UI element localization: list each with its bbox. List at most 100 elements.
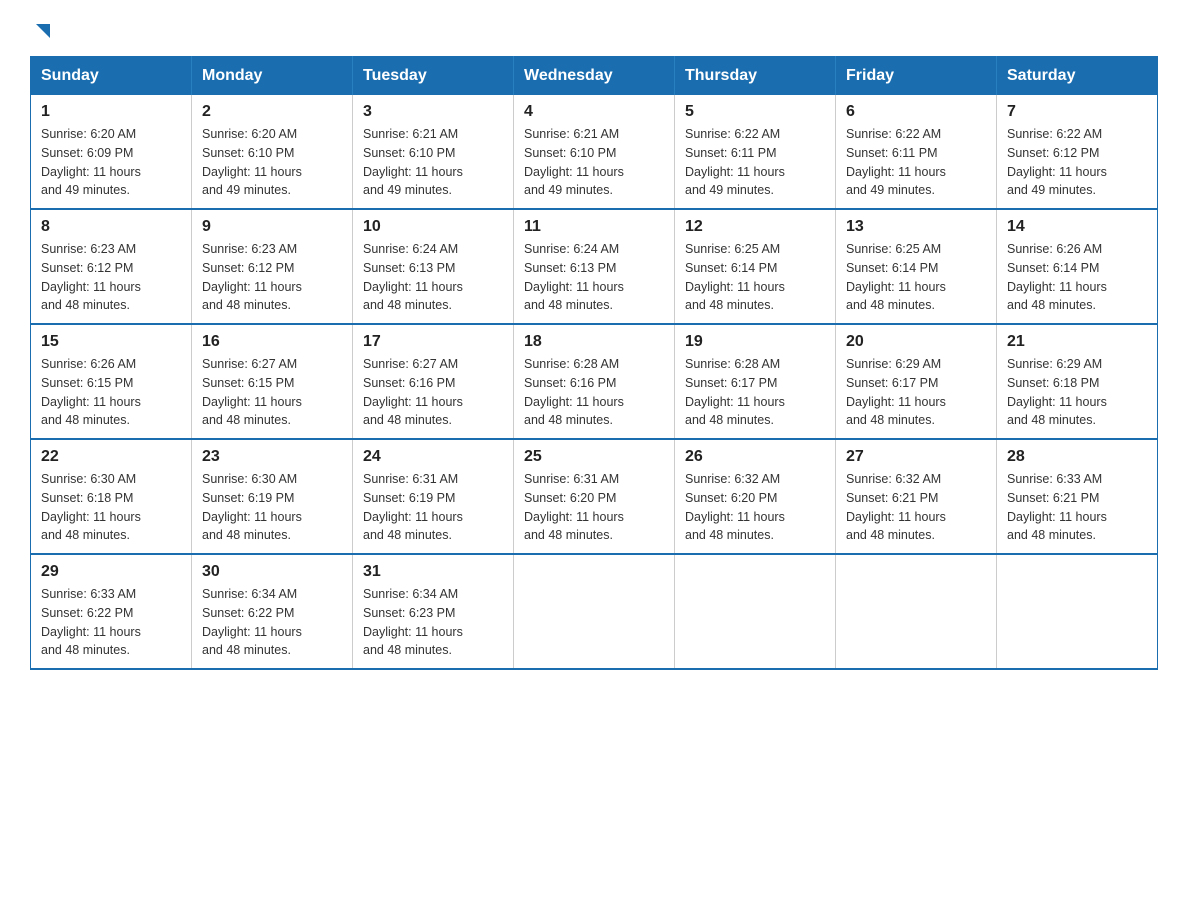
day-info: Sunrise: 6:30 AMSunset: 6:19 PMDaylight:… bbox=[202, 470, 342, 545]
calendar-header-monday: Monday bbox=[192, 57, 353, 96]
day-number: 1 bbox=[41, 103, 181, 121]
calendar-week-2: 8 Sunrise: 6:23 AMSunset: 6:12 PMDayligh… bbox=[31, 209, 1158, 324]
calendar-cell bbox=[514, 554, 675, 669]
day-number: 30 bbox=[202, 563, 342, 581]
day-number: 9 bbox=[202, 218, 342, 236]
calendar-header-row: SundayMondayTuesdayWednesdayThursdayFrid… bbox=[31, 57, 1158, 96]
day-info: Sunrise: 6:29 AMSunset: 6:18 PMDaylight:… bbox=[1007, 355, 1147, 430]
day-number: 19 bbox=[685, 333, 825, 351]
calendar-cell: 19 Sunrise: 6:28 AMSunset: 6:17 PMDaylig… bbox=[675, 324, 836, 439]
day-number: 4 bbox=[524, 103, 664, 121]
logo-general-text bbox=[30, 20, 54, 42]
calendar-cell: 9 Sunrise: 6:23 AMSunset: 6:12 PMDayligh… bbox=[192, 209, 353, 324]
day-info: Sunrise: 6:26 AMSunset: 6:14 PMDaylight:… bbox=[1007, 240, 1147, 315]
calendar-cell: 14 Sunrise: 6:26 AMSunset: 6:14 PMDaylig… bbox=[997, 209, 1158, 324]
day-info: Sunrise: 6:22 AMSunset: 6:11 PMDaylight:… bbox=[846, 125, 986, 200]
day-number: 8 bbox=[41, 218, 181, 236]
day-number: 10 bbox=[363, 218, 503, 236]
calendar-cell: 12 Sunrise: 6:25 AMSunset: 6:14 PMDaylig… bbox=[675, 209, 836, 324]
day-number: 29 bbox=[41, 563, 181, 581]
day-info: Sunrise: 6:32 AMSunset: 6:21 PMDaylight:… bbox=[846, 470, 986, 545]
calendar-cell: 3 Sunrise: 6:21 AMSunset: 6:10 PMDayligh… bbox=[353, 95, 514, 209]
calendar-cell: 13 Sunrise: 6:25 AMSunset: 6:14 PMDaylig… bbox=[836, 209, 997, 324]
day-info: Sunrise: 6:25 AMSunset: 6:14 PMDaylight:… bbox=[685, 240, 825, 315]
day-number: 20 bbox=[846, 333, 986, 351]
day-info: Sunrise: 6:30 AMSunset: 6:18 PMDaylight:… bbox=[41, 470, 181, 545]
calendar-cell: 21 Sunrise: 6:29 AMSunset: 6:18 PMDaylig… bbox=[997, 324, 1158, 439]
day-number: 7 bbox=[1007, 103, 1147, 121]
logo bbox=[30, 20, 54, 36]
day-info: Sunrise: 6:22 AMSunset: 6:12 PMDaylight:… bbox=[1007, 125, 1147, 200]
calendar-week-5: 29 Sunrise: 6:33 AMSunset: 6:22 PMDaylig… bbox=[31, 554, 1158, 669]
day-info: Sunrise: 6:22 AMSunset: 6:11 PMDaylight:… bbox=[685, 125, 825, 200]
day-number: 16 bbox=[202, 333, 342, 351]
calendar-cell bbox=[997, 554, 1158, 669]
day-number: 24 bbox=[363, 448, 503, 466]
day-number: 13 bbox=[846, 218, 986, 236]
calendar-header-thursday: Thursday bbox=[675, 57, 836, 96]
day-info: Sunrise: 6:27 AMSunset: 6:15 PMDaylight:… bbox=[202, 355, 342, 430]
calendar-cell: 16 Sunrise: 6:27 AMSunset: 6:15 PMDaylig… bbox=[192, 324, 353, 439]
day-info: Sunrise: 6:27 AMSunset: 6:16 PMDaylight:… bbox=[363, 355, 503, 430]
calendar-cell: 22 Sunrise: 6:30 AMSunset: 6:18 PMDaylig… bbox=[31, 439, 192, 554]
day-number: 25 bbox=[524, 448, 664, 466]
day-info: Sunrise: 6:25 AMSunset: 6:14 PMDaylight:… bbox=[846, 240, 986, 315]
calendar-cell: 23 Sunrise: 6:30 AMSunset: 6:19 PMDaylig… bbox=[192, 439, 353, 554]
day-info: Sunrise: 6:23 AMSunset: 6:12 PMDaylight:… bbox=[41, 240, 181, 315]
day-number: 3 bbox=[363, 103, 503, 121]
calendar-header-friday: Friday bbox=[836, 57, 997, 96]
calendar-cell bbox=[675, 554, 836, 669]
day-info: Sunrise: 6:21 AMSunset: 6:10 PMDaylight:… bbox=[363, 125, 503, 200]
day-number: 14 bbox=[1007, 218, 1147, 236]
calendar-cell: 1 Sunrise: 6:20 AMSunset: 6:09 PMDayligh… bbox=[31, 95, 192, 209]
calendar-table: SundayMondayTuesdayWednesdayThursdayFrid… bbox=[30, 56, 1158, 670]
day-info: Sunrise: 6:33 AMSunset: 6:22 PMDaylight:… bbox=[41, 585, 181, 660]
day-info: Sunrise: 6:23 AMSunset: 6:12 PMDaylight:… bbox=[202, 240, 342, 315]
calendar-cell: 7 Sunrise: 6:22 AMSunset: 6:12 PMDayligh… bbox=[997, 95, 1158, 209]
calendar-header-wednesday: Wednesday bbox=[514, 57, 675, 96]
day-number: 27 bbox=[846, 448, 986, 466]
calendar-cell: 30 Sunrise: 6:34 AMSunset: 6:22 PMDaylig… bbox=[192, 554, 353, 669]
calendar-cell: 15 Sunrise: 6:26 AMSunset: 6:15 PMDaylig… bbox=[31, 324, 192, 439]
day-number: 21 bbox=[1007, 333, 1147, 351]
day-number: 28 bbox=[1007, 448, 1147, 466]
day-info: Sunrise: 6:33 AMSunset: 6:21 PMDaylight:… bbox=[1007, 470, 1147, 545]
calendar-cell: 28 Sunrise: 6:33 AMSunset: 6:21 PMDaylig… bbox=[997, 439, 1158, 554]
calendar-cell: 20 Sunrise: 6:29 AMSunset: 6:17 PMDaylig… bbox=[836, 324, 997, 439]
day-info: Sunrise: 6:31 AMSunset: 6:19 PMDaylight:… bbox=[363, 470, 503, 545]
calendar-cell: 17 Sunrise: 6:27 AMSunset: 6:16 PMDaylig… bbox=[353, 324, 514, 439]
calendar-cell: 18 Sunrise: 6:28 AMSunset: 6:16 PMDaylig… bbox=[514, 324, 675, 439]
calendar-cell: 29 Sunrise: 6:33 AMSunset: 6:22 PMDaylig… bbox=[31, 554, 192, 669]
calendar-header-tuesday: Tuesday bbox=[353, 57, 514, 96]
logo-triangle-icon bbox=[32, 20, 54, 42]
day-number: 31 bbox=[363, 563, 503, 581]
day-number: 5 bbox=[685, 103, 825, 121]
day-info: Sunrise: 6:24 AMSunset: 6:13 PMDaylight:… bbox=[363, 240, 503, 315]
day-info: Sunrise: 6:32 AMSunset: 6:20 PMDaylight:… bbox=[685, 470, 825, 545]
day-number: 26 bbox=[685, 448, 825, 466]
calendar-cell: 27 Sunrise: 6:32 AMSunset: 6:21 PMDaylig… bbox=[836, 439, 997, 554]
day-number: 18 bbox=[524, 333, 664, 351]
calendar-week-4: 22 Sunrise: 6:30 AMSunset: 6:18 PMDaylig… bbox=[31, 439, 1158, 554]
calendar-cell: 31 Sunrise: 6:34 AMSunset: 6:23 PMDaylig… bbox=[353, 554, 514, 669]
calendar-cell: 6 Sunrise: 6:22 AMSunset: 6:11 PMDayligh… bbox=[836, 95, 997, 209]
calendar-cell: 10 Sunrise: 6:24 AMSunset: 6:13 PMDaylig… bbox=[353, 209, 514, 324]
calendar-cell: 8 Sunrise: 6:23 AMSunset: 6:12 PMDayligh… bbox=[31, 209, 192, 324]
day-info: Sunrise: 6:28 AMSunset: 6:16 PMDaylight:… bbox=[524, 355, 664, 430]
day-number: 11 bbox=[524, 218, 664, 236]
calendar-cell bbox=[836, 554, 997, 669]
calendar-week-1: 1 Sunrise: 6:20 AMSunset: 6:09 PMDayligh… bbox=[31, 95, 1158, 209]
calendar-cell: 2 Sunrise: 6:20 AMSunset: 6:10 PMDayligh… bbox=[192, 95, 353, 209]
day-info: Sunrise: 6:20 AMSunset: 6:09 PMDaylight:… bbox=[41, 125, 181, 200]
day-info: Sunrise: 6:34 AMSunset: 6:22 PMDaylight:… bbox=[202, 585, 342, 660]
day-info: Sunrise: 6:31 AMSunset: 6:20 PMDaylight:… bbox=[524, 470, 664, 545]
day-info: Sunrise: 6:21 AMSunset: 6:10 PMDaylight:… bbox=[524, 125, 664, 200]
day-info: Sunrise: 6:26 AMSunset: 6:15 PMDaylight:… bbox=[41, 355, 181, 430]
day-info: Sunrise: 6:29 AMSunset: 6:17 PMDaylight:… bbox=[846, 355, 986, 430]
page-header bbox=[30, 20, 1158, 36]
day-number: 23 bbox=[202, 448, 342, 466]
day-number: 12 bbox=[685, 218, 825, 236]
day-number: 15 bbox=[41, 333, 181, 351]
day-info: Sunrise: 6:34 AMSunset: 6:23 PMDaylight:… bbox=[363, 585, 503, 660]
calendar-cell: 25 Sunrise: 6:31 AMSunset: 6:20 PMDaylig… bbox=[514, 439, 675, 554]
